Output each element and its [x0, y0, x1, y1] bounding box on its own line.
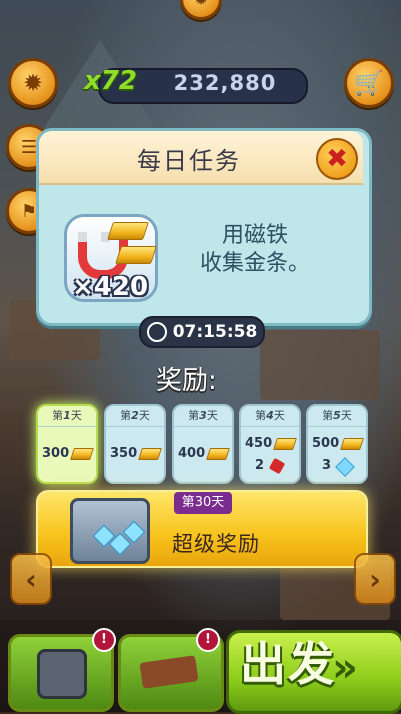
reward-day-1[interactable]: 第1天 300: [36, 404, 98, 484]
safe-icon: [37, 649, 87, 699]
next-arrow-button[interactable]: ›: [354, 553, 396, 605]
reward-day-2[interactable]: 第2天 350: [104, 404, 166, 484]
list-icon: ☰: [20, 136, 38, 158]
notification-badge: !: [92, 628, 116, 652]
score-multiplier: x72: [84, 66, 137, 96]
day-header: 第5天: [308, 406, 366, 427]
reward-day-4[interactable]: 第4天 450 2: [239, 404, 301, 484]
day-header: 第3天: [174, 406, 232, 427]
day-header: 第1天: [38, 406, 96, 427]
task-description-line1: 用磁铁: [221, 223, 288, 248]
previous-arrow-button[interactable]: ‹: [10, 553, 52, 605]
task-count: ×420: [72, 272, 149, 302]
reward-day-5[interactable]: 第5天 500 3: [306, 404, 368, 484]
magnet-tip: [78, 232, 87, 242]
double-chevron-right-icon: »: [332, 645, 358, 691]
gold-bar-icon: [107, 222, 149, 240]
gold-bar-icon: [138, 448, 162, 460]
chevron-left-icon: ‹: [25, 562, 37, 596]
settings-gear-button[interactable]: ✹: [8, 58, 58, 108]
shop-cart-button[interactable]: 🛒: [344, 58, 394, 108]
popup-title: 每日任务: [137, 147, 241, 175]
chevron-right-icon: ›: [369, 562, 381, 596]
day-header: 第4天: [241, 406, 299, 427]
gold-bar-icon: [206, 448, 230, 460]
day-coin-value: 400: [178, 446, 206, 461]
reward-day-3[interactable]: 第3天 400: [172, 404, 234, 484]
close-button[interactable]: ✖: [316, 138, 358, 180]
screen-dim-overlay: [0, 0, 401, 712]
day-extra-value: 2: [255, 458, 265, 473]
checkered-flag-icon: ⚑: [20, 200, 38, 222]
task-description: 用磁铁 收集金条。: [175, 222, 335, 278]
day-extra-value: 3: [322, 458, 332, 473]
close-icon: ✖: [326, 144, 348, 174]
super-reward-day-badge: 第30天: [174, 492, 232, 514]
gold-bar-icon: [340, 438, 364, 450]
dynamite-icon: [268, 457, 286, 475]
rewards-label: 奖励:: [156, 366, 217, 396]
day-header: 第2天: [106, 406, 164, 427]
clock-icon: [146, 322, 167, 342]
gold-bar-icon: [273, 438, 297, 450]
gear-icon: ✹: [193, 0, 208, 10]
timer-value: 07:15:58: [172, 322, 258, 342]
gold-bar-icon: [115, 246, 157, 264]
gold-bar-icon: [70, 448, 94, 460]
day-coin-value: 350: [110, 446, 138, 461]
task-description-line2: 收集金条。: [199, 251, 310, 276]
start-run-label: 出发: [240, 637, 336, 691]
countdown-timer: 07:15:58: [139, 316, 265, 348]
gem-icon: [335, 457, 355, 477]
super-reward-label: 超级奖励: [172, 532, 260, 556]
cart-icon: 🛒: [354, 69, 384, 97]
day-coin-value: 300: [42, 446, 70, 461]
wooden-boards-icon: [139, 655, 199, 689]
day-coin-value: 450: [245, 436, 273, 451]
notification-badge: !: [196, 628, 220, 652]
gear-icon: ✹: [22, 69, 44, 97]
score-value: 232,880: [173, 71, 277, 95]
day-coin-value: 500: [312, 436, 340, 451]
